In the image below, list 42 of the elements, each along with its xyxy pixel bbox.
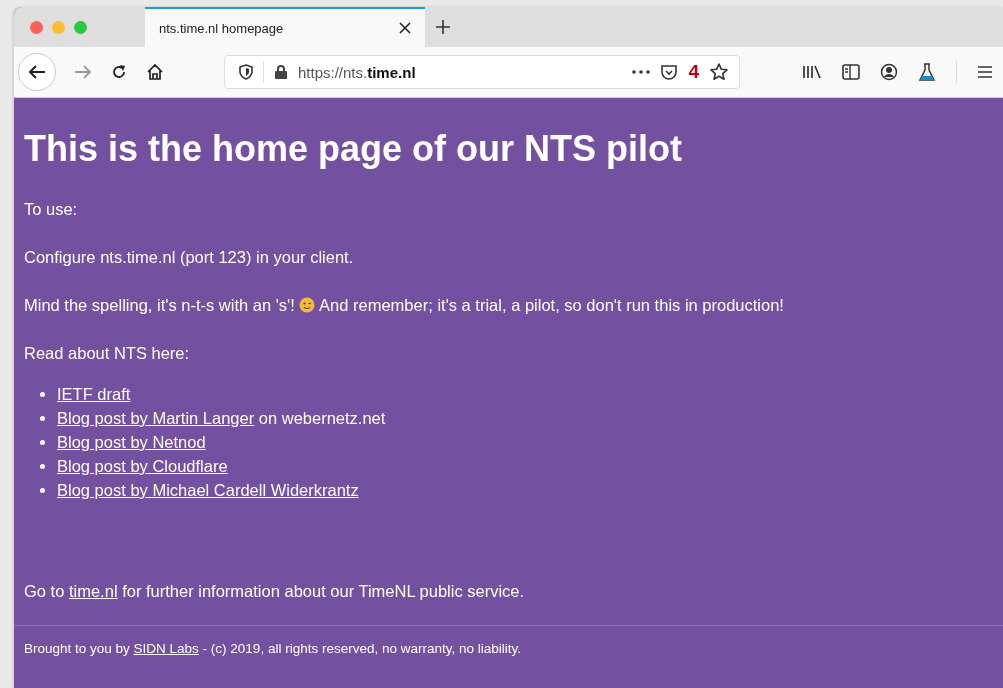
paragraph: Go to time.nl for further information about our TimeNL public service. [24,582,526,601]
flask-icon[interactable] [918,62,936,82]
paragraph: Configure nts.time.nl (port 123) in your client. [24,248,355,267]
close-icon[interactable] [399,22,411,34]
paragraph: Read about NTS here: [24,344,191,363]
list-item: Blog post by Martin Langer on webernetz.net [40,406,386,430]
link[interactable]: IETF draft [57,382,131,406]
winking-smiley-icon [299,297,316,313]
home-icon[interactable] [146,63,164,81]
paragraph: To use: [24,200,79,219]
sidebar-icon[interactable] [842,64,860,80]
bullet-icon [40,487,45,493]
link[interactable]: time.nl [68,582,118,600]
library-icon[interactable] [802,64,822,80]
link[interactable]: Blog post by Cloudflare [57,454,228,478]
forward-arrow-icon[interactable] [74,65,92,79]
link[interactable]: Blog post by Martin Langer [57,406,255,430]
bullet-icon [40,439,45,445]
address-bar[interactable]: https://nts.time.nl 4 [224,55,740,89]
footer-text: Brought to you by SIDN Labs - (c) 2019, all rights reserved, no warranty, no liability. [24,641,522,656]
star-icon[interactable] [709,62,729,82]
url-text: https://nts.time.nl [298,63,417,81]
link[interactable]: SIDN Labs [133,641,199,656]
bullet-icon [40,415,45,421]
menu-icon[interactable] [977,65,993,79]
page-heading: This is the home page of our NTS pilot [24,128,684,170]
back-button[interactable] [18,53,56,91]
more-icon[interactable] [632,70,651,74]
shield-icon[interactable] [239,64,253,80]
link[interactable]: Blog post by Michael Cardell Widerkrantz [57,478,359,502]
new-tab-icon[interactable] [435,19,451,35]
bullet-icon [40,391,45,397]
bullet-icon [40,463,45,469]
back-arrow-icon[interactable] [27,64,47,80]
reload-icon[interactable] [110,63,128,81]
link[interactable]: Blog post by Netnod [57,430,206,454]
pocket-icon[interactable] [660,63,679,81]
account-icon[interactable] [880,63,898,81]
paragraph: Mind the spelling, it's n-t-s with an 's'! And remember; it's a trial, a pilot, so don't run this in production! [24,296,785,315]
lock-icon [274,64,288,80]
counter-badge[interactable]: 4 [688,61,699,83]
browser-tab[interactable]: nts.time.nl homepage [145,7,425,47]
